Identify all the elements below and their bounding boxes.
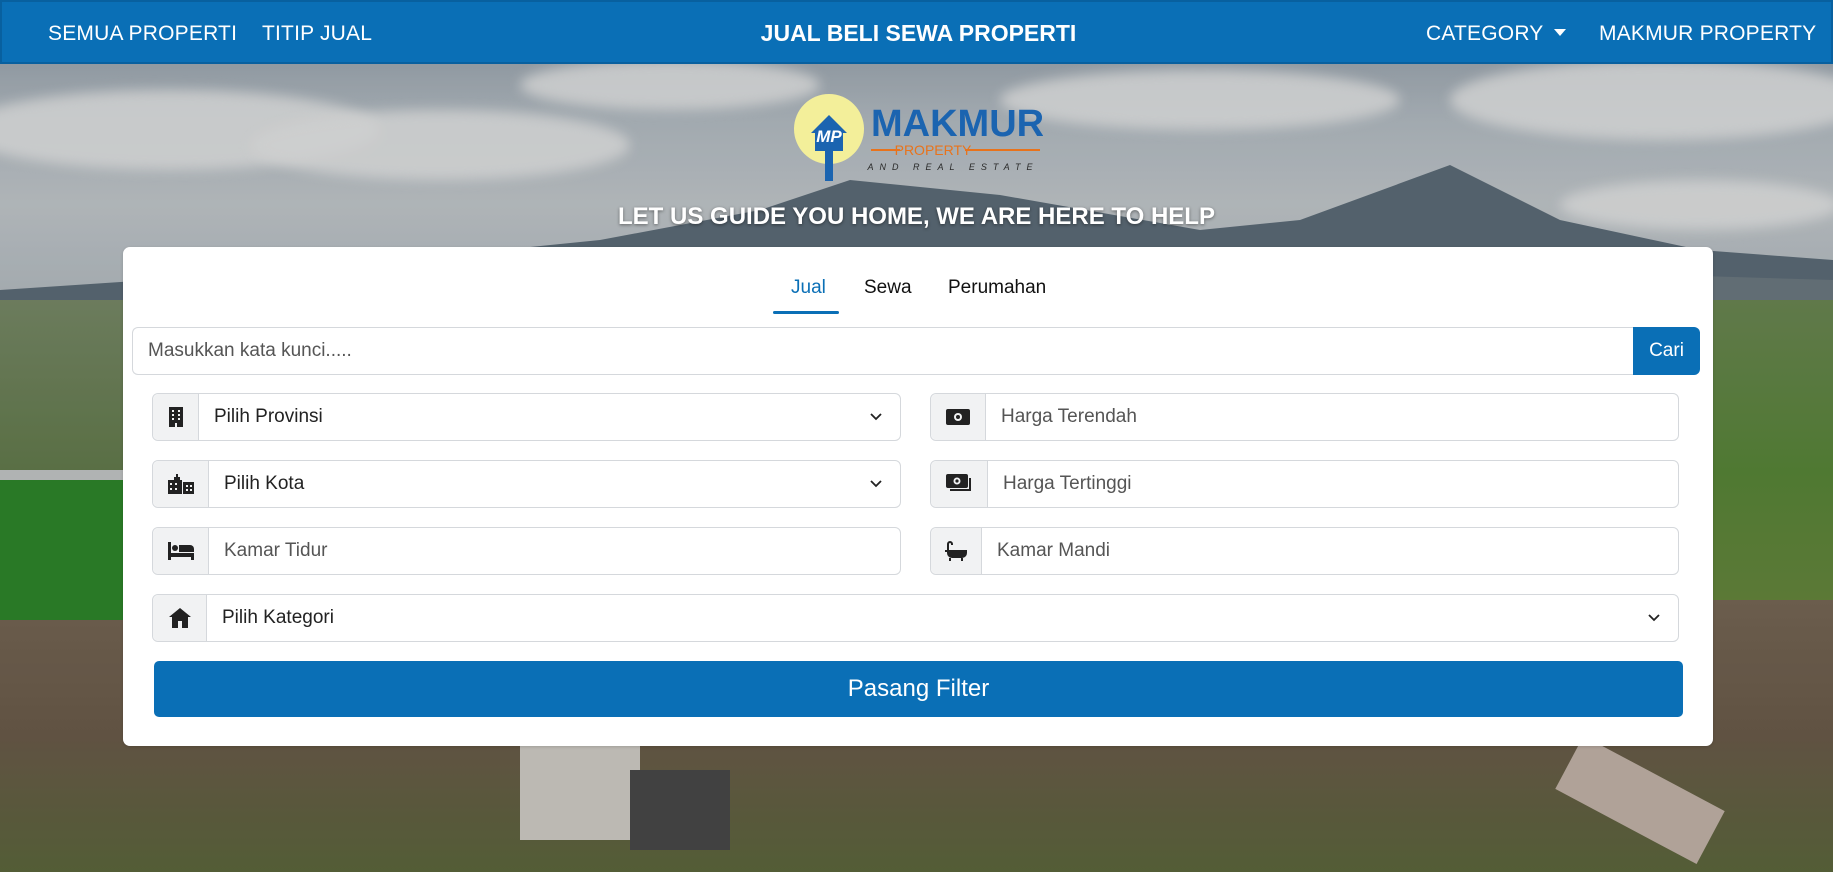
chevron-down-icon — [870, 413, 882, 421]
logo-monogram: MP — [816, 127, 842, 146]
search-button[interactable]: Cari — [1633, 327, 1700, 375]
chevron-down-icon — [870, 480, 882, 488]
nav-category-label: CATEGORY — [1426, 22, 1544, 45]
top-navbar: SEMUA PROPERTI TITIP JUAL JUAL BELI SEWA… — [0, 0, 1833, 64]
logo-sub: PROPERTY — [895, 142, 972, 158]
keyword-search-group: Cari — [132, 327, 1700, 375]
bed-icon — [153, 528, 209, 574]
province-select[interactable]: Pilih Provinsi — [152, 393, 901, 441]
apply-filter-button[interactable]: Pasang Filter — [154, 661, 1683, 717]
category-select-value: Pilih Kategori — [222, 607, 334, 628]
province-select-value: Pilih Provinsi — [214, 406, 323, 427]
city-select[interactable]: Pilih Kota — [152, 460, 901, 508]
logo-name: MAKMUR — [871, 103, 1043, 145]
hero-tagline: LET US GUIDE YOU HOME, WE ARE HERE TO HE… — [618, 203, 1215, 230]
tab-perumahan[interactable]: Perumahan — [946, 277, 1048, 299]
chevron-down-icon — [1648, 614, 1660, 622]
max-price-placeholder: Harga Tertinggi — [1003, 473, 1132, 494]
active-tab-indicator — [773, 311, 839, 314]
listing-type-tabs: Jual Sewa Perumahan — [123, 277, 1713, 313]
bath-icon — [931, 528, 982, 574]
home-icon — [153, 595, 207, 641]
city-icon — [153, 461, 209, 507]
bathrooms-placeholder: Kamar Mandi — [997, 540, 1110, 561]
bathrooms-field[interactable]: Kamar Mandi — [930, 527, 1679, 575]
company-logo: MP MAKMUR PROPERTY AND REAL ESTATE — [793, 93, 1044, 185]
city-select-value: Pilih Kota — [224, 473, 305, 494]
nav-brand[interactable]: MAKMUR PROPERTY — [1599, 22, 1816, 46]
search-card: Jual Sewa Perumahan Cari Pilih Provinsi … — [123, 247, 1713, 746]
money-bill-icon — [931, 394, 986, 440]
min-price-field[interactable]: Harga Terendah — [930, 393, 1679, 441]
logo-sub2: AND REAL ESTATE — [866, 162, 1038, 172]
category-select[interactable]: Pilih Kategori — [152, 594, 1679, 642]
max-price-field[interactable]: Harga Tertinggi — [930, 460, 1679, 508]
keyword-search-input[interactable] — [132, 327, 1633, 375]
nav-title[interactable]: JUAL BELI SEWA PROPERTI — [761, 20, 1077, 46]
bedrooms-field[interactable]: Kamar Tidur — [152, 527, 901, 575]
bedrooms-placeholder: Kamar Tidur — [224, 540, 328, 561]
tab-sewa[interactable]: Sewa — [862, 277, 914, 299]
nav-category-dropdown[interactable]: CATEGORY — [1426, 22, 1566, 46]
money-bills-icon — [931, 461, 988, 507]
caret-down-icon — [1553, 29, 1566, 36]
min-price-placeholder: Harga Terendah — [1001, 406, 1137, 427]
nav-consign[interactable]: TITIP JUAL — [262, 22, 372, 46]
tab-jual[interactable]: Jual — [789, 277, 828, 299]
building-icon — [153, 394, 199, 440]
nav-all-properties[interactable]: SEMUA PROPERTI — [48, 22, 237, 46]
